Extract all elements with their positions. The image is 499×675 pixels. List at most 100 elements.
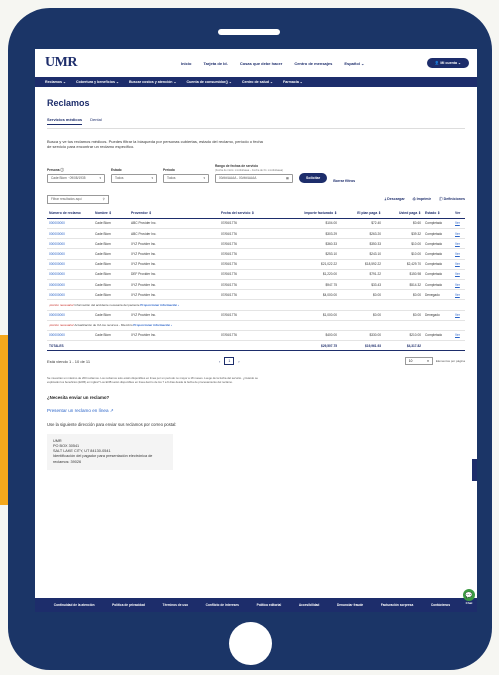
- feedback-tab[interactable]: [472, 459, 477, 481]
- cell-view[interactable]: Ver: [453, 238, 465, 250]
- cell-claim-number[interactable]: 000000000: [47, 228, 93, 240]
- cell-provider: XYZ Provider Inc.: [129, 289, 219, 301]
- cell-name: Cade Blom: [93, 279, 129, 291]
- chat-widget[interactable]: 💬 Chat: [463, 589, 475, 605]
- col-name[interactable]: Nombre ⇕: [93, 207, 129, 219]
- cell-you-pay: $2,429.70: [383, 259, 423, 270]
- cell-claim-number[interactable]: 000000000: [47, 248, 93, 260]
- cell-billed: $360.33: [283, 238, 339, 250]
- cell-claim-number[interactable]: 000000000: [47, 259, 93, 270]
- per-page-select[interactable]: 10 ▾: [404, 357, 433, 366]
- cell-claim-number[interactable]: 000000000: [47, 218, 93, 230]
- period-value: Todos: [167, 176, 176, 181]
- cell-claim-number[interactable]: 000000000: [47, 330, 93, 342]
- cell-view[interactable]: Ver: [453, 269, 465, 280]
- search-icon: ⚲: [102, 197, 105, 202]
- tab-dental[interactable]: Dental: [90, 117, 102, 125]
- footer-editorial-link[interactable]: Política editorial: [257, 603, 282, 607]
- print-link[interactable]: ⎙ Imprimir: [413, 197, 431, 202]
- menu-consumer-account[interactable]: Cuenta de consumidor() ⌄: [187, 80, 232, 84]
- nav-id-card[interactable]: Tarjeta de Id.: [203, 61, 227, 66]
- menu-pharmacy[interactable]: Farmacia ⌄: [283, 80, 303, 84]
- cell-view[interactable]: Ver: [453, 310, 465, 321]
- cell-view[interactable]: Ver: [453, 218, 465, 230]
- tool-links: ⤓ Descargar ⎙ Imprimir ⓘ Definiciones: [385, 197, 465, 202]
- submit-online-link[interactable]: Presentar un reclamo en línea ↗: [47, 408, 465, 414]
- col-billed[interactable]: Importe facturado ⇕: [283, 207, 339, 219]
- menu-find-care[interactable]: Buscar costos y atención ⌄: [129, 80, 177, 84]
- footer-conflicts-link[interactable]: Conflicto de intereses: [206, 603, 239, 607]
- footer-surprise-billing-link[interactable]: Facturación sorpresa: [381, 603, 413, 607]
- nav-messages[interactable]: Centro de mensajes: [294, 61, 332, 66]
- provide-info-link[interactable]: Proporcionar información ›: [133, 323, 172, 327]
- clear-filters-link[interactable]: Borrar filtros: [333, 179, 355, 183]
- cell-status: Denegado: [423, 310, 453, 321]
- chat-label: Chat: [465, 601, 473, 605]
- cell-claim-number[interactable]: 000000000: [47, 310, 93, 321]
- table-row: 000000000 Cade Blom XYZ Provider Inc. 07/06…: [47, 289, 465, 301]
- col-you-pay[interactable]: Usted paga ⇕: [383, 207, 423, 219]
- cell-view[interactable]: Ver: [453, 228, 465, 240]
- cell-view[interactable]: Ver: [453, 330, 465, 342]
- account-button[interactable]: 👤 Mi cuenta ⌄: [426, 58, 469, 68]
- menu-coverage[interactable]: Cobertura y beneficios ⌄: [76, 80, 119, 84]
- col-status[interactable]: Estado ⇕: [423, 207, 453, 219]
- cell-claim-number[interactable]: 000000000: [47, 238, 93, 250]
- cell-claim-number[interactable]: 000000000: [47, 279, 93, 291]
- nav-todo[interactable]: Cosas que debe hacer: [240, 61, 282, 66]
- footer-fraud-link[interactable]: Denunciar fraude: [337, 603, 363, 607]
- footer-contact-link[interactable]: Contáctenos: [431, 603, 450, 607]
- cell-view[interactable]: Ver: [453, 259, 465, 270]
- results-search-input[interactable]: Filtrar resultados aquí ⚲: [47, 194, 109, 204]
- date-range-input[interactable]: 00/##/AAAA - 00/##/AAAA ▦: [215, 173, 293, 183]
- prev-page-icon[interactable]: ‹: [219, 359, 220, 364]
- tab-medical[interactable]: Servicios médicos: [47, 117, 83, 125]
- cell-view[interactable]: Ver: [453, 289, 465, 301]
- download-link[interactable]: ⤓ Descargar: [385, 197, 405, 202]
- nav-language[interactable]: Español ⌄: [344, 61, 364, 66]
- menu-health-center[interactable]: Centro de salud ⌄: [242, 80, 273, 84]
- cell-billed: $21,022.22: [283, 259, 339, 270]
- chevron-down-icon: ▾: [203, 176, 205, 181]
- person-filter: Persona ⓘ Cade Blom · 09/08/1935 ▾: [47, 167, 105, 183]
- cell-billed: $400.00: [283, 330, 339, 342]
- footer-terms-link[interactable]: Términos de uso: [163, 603, 189, 607]
- cell-claim-number[interactable]: 000000000: [47, 269, 93, 280]
- cell-view[interactable]: Ver: [453, 279, 465, 291]
- definitions-link[interactable]: ⓘ Definiciones: [439, 197, 465, 202]
- cell-name: [93, 340, 129, 352]
- cell-service-date: 07/06/1776: [219, 289, 283, 301]
- col-claim-number[interactable]: Número de reclamo: [47, 207, 93, 219]
- page-number[interactable]: 1: [224, 357, 235, 366]
- chat-bubble-icon[interactable]: 💬: [463, 589, 475, 601]
- col-plan-pays[interactable]: El plan paga ⇕: [339, 207, 383, 219]
- cell-plan-pays: $0.00: [339, 310, 383, 321]
- status-filter: Estado Todos ▾: [111, 168, 157, 183]
- next-page-icon[interactable]: ›: [238, 359, 239, 364]
- table-row: 000000000 Cade Blom ABC Provider Inc. 07/06…: [47, 218, 465, 230]
- footer-continuity-link[interactable]: Continuidad de la atención: [54, 603, 95, 607]
- cell-billed: $104.00: [283, 218, 339, 230]
- cell-provider: XYZ Provider Inc.: [129, 248, 219, 260]
- notice-text: Información del accidente necesaria del …: [74, 302, 140, 307]
- table-header-row: Número de reclamo Nombre ⇕ Proveedor ⇕ F…: [47, 207, 465, 219]
- footer-accessibility-link[interactable]: Accesibilidad: [299, 603, 320, 607]
- cell-plan-pays: $19,961.93: [339, 340, 383, 352]
- download-label: Descargar: [387, 196, 405, 201]
- cell-provider: XYZ Provider Inc.: [129, 259, 219, 270]
- cell-you-pay: $10.00: [383, 248, 423, 260]
- period-select[interactable]: Todos ▾: [163, 173, 209, 183]
- menu-claims[interactable]: Reclamos ⌄: [45, 80, 66, 84]
- nav-home[interactable]: Inicio: [181, 61, 191, 66]
- footer-privacy-link[interactable]: Política de privacidad: [112, 603, 145, 607]
- cell-view[interactable]: Ver: [453, 248, 465, 260]
- person-select[interactable]: Cade Blom · 09/08/1935 ▾: [47, 173, 105, 183]
- table-row: 000000000 Cade Blom XYZ Provider Inc. 07/06…: [47, 279, 465, 291]
- status-select[interactable]: Todos ▾: [111, 173, 157, 183]
- apply-filters-button[interactable]: Solicitar: [299, 172, 328, 183]
- umr-logo[interactable]: UMR: [45, 55, 155, 71]
- cell-claim-number[interactable]: 000000000: [47, 289, 93, 301]
- col-service-date[interactable]: Fecha del servicio ⇕: [219, 207, 283, 219]
- provide-info-link[interactable]: Proporcionar información ›: [140, 303, 179, 307]
- col-provider[interactable]: Proveedor ⇕: [129, 207, 219, 219]
